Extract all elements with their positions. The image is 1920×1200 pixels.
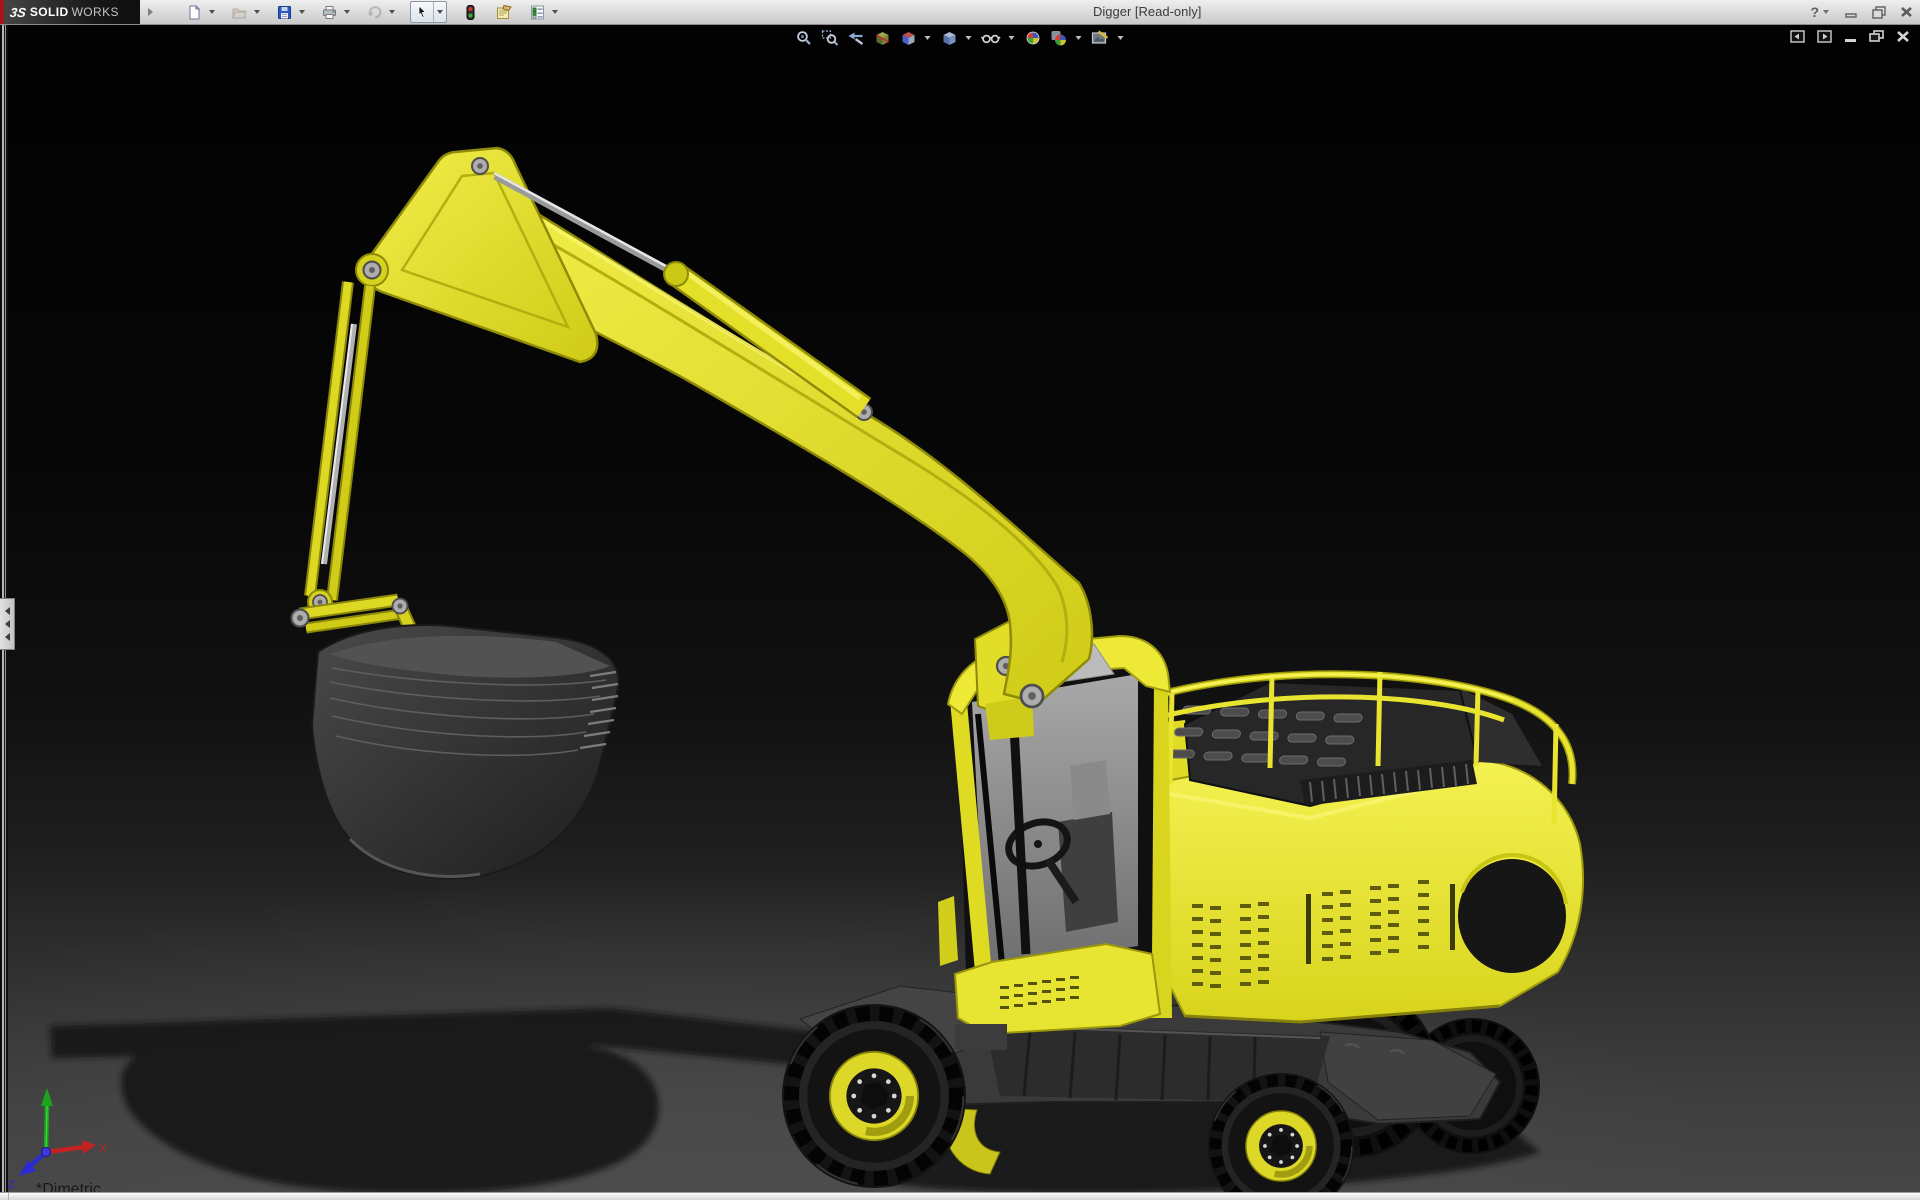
model-scene: X Z [0,24,1920,1193]
cab [938,636,1172,1050]
apply-scene-dropdown-icon[interactable] [1076,36,1082,40]
select-dropdown-icon [437,10,443,14]
heads-up-view-toolbar [794,28,1127,48]
help-icon: ? [1810,4,1819,20]
document-restore-icon [1869,30,1885,43]
options-dropdown-icon[interactable] [552,10,558,14]
document-window-controls [1790,30,1910,43]
minimize-icon [1844,5,1859,19]
menu-expand-icon[interactable] [148,8,153,16]
restore-button[interactable] [1871,5,1887,19]
new-dropdown-icon[interactable] [209,10,215,14]
zoom-to-fit-button[interactable] [794,28,815,48]
view-orientation-dropdown-icon[interactable] [925,36,931,40]
main-titlebar: 3S SOLIDWORKS [0,0,1920,25]
solidworks-logo-mark-icon: 3S [9,5,27,20]
print-button[interactable] [318,1,341,23]
save-button[interactable] [273,1,296,23]
options-checklist-icon [529,4,546,21]
hide-show-items-icon [981,29,1002,47]
view-orientation-icon [899,29,918,47]
save-dropdown-icon[interactable] [299,10,305,14]
pane-toggle-right-button[interactable] [1817,30,1833,43]
document-close-button[interactable] [1896,30,1910,43]
help-dropdown-icon [1823,10,1829,14]
pane-toggle-left-icon [1790,30,1806,43]
document-minimize-button[interactable] [1844,30,1858,43]
bucket[interactable] [312,625,618,878]
save-floppy-icon [276,4,293,21]
print-icon [321,4,338,21]
file-properties-button[interactable] [492,1,516,23]
undo-dropdown-icon[interactable] [389,10,395,14]
zoom-to-area-icon [821,29,840,47]
apply-scene-icon [1050,29,1069,47]
file-properties-icon [495,4,513,21]
undo-button[interactable] [363,1,386,23]
pane-toggle-left-button[interactable] [1790,30,1806,43]
help-button[interactable]: ? [1810,4,1832,20]
edit-appearance-button[interactable] [1023,28,1044,48]
rebuild-button[interactable] [459,1,482,23]
document-minimize-icon [1844,30,1858,43]
rebuild-traffic-light-icon [462,4,479,21]
display-style-button[interactable] [939,28,960,48]
open-folder-icon [231,4,248,21]
display-style-dropdown-icon[interactable] [966,36,972,40]
solidworks-logo: 3S SOLIDWORKS [0,0,140,24]
triad-z-label: Z [7,1179,16,1191]
select-tool-group [410,1,447,23]
new-document-icon [186,4,203,21]
collapse-arrow-icon [5,633,10,641]
logo-text-solid: SOLID [30,5,69,19]
logo-text-works: WORKS [72,5,119,19]
zoom-to-fit-icon [795,29,814,47]
select-cursor-icon [414,4,430,20]
zoom-to-area-button[interactable] [820,28,841,48]
previous-view-button[interactable] [846,28,867,48]
triad-x-label: X [98,1143,107,1155]
window-controls: ? [1810,0,1914,24]
feature-manager-collapse-tab[interactable] [0,598,15,650]
document-close-icon [1896,30,1910,43]
undo-icon [366,4,383,21]
pane-toggle-right-icon [1817,30,1833,43]
apply-scene-button[interactable] [1049,28,1070,48]
view-settings-dropdown-icon[interactable] [1118,36,1124,40]
close-button[interactable] [1899,5,1914,19]
status-bar [0,1192,1920,1200]
print-dropdown-icon[interactable] [344,10,350,14]
section-view-button[interactable] [872,28,893,48]
section-view-icon [873,29,892,47]
view-settings-button[interactable] [1090,28,1112,48]
display-style-icon [940,29,959,47]
view-orientation-button[interactable] [898,28,919,48]
open-dropdown-icon[interactable] [254,10,260,14]
boom-cylinder-lower [308,282,370,614]
front-wheel-left[interactable] [782,1004,966,1188]
document-restore-button[interactable] [1869,30,1885,43]
status-bar-divider [8,1193,9,1200]
collapse-arrow-icon [5,607,10,615]
graphics-viewport[interactable]: X Z [0,24,1920,1193]
hide-show-items-dropdown-icon[interactable] [1009,36,1015,40]
previous-view-icon [847,29,866,47]
minimize-button[interactable] [1844,5,1859,19]
open-document-button[interactable] [228,1,251,23]
collapse-arrow-icon [5,620,10,628]
document-title: Digger [Read-only] [1093,0,1201,24]
new-document-button[interactable] [183,1,206,23]
edit-appearance-icon [1024,29,1043,47]
close-icon [1899,5,1914,19]
restore-icon [1871,5,1887,19]
view-settings-icon [1091,29,1111,47]
select-tool-button[interactable] [411,2,433,22]
select-tool-dropdown[interactable] [433,2,446,22]
engine-housing [1150,682,1583,1022]
triad-origin [42,1148,51,1157]
standard-toolbar [183,1,561,23]
options-button[interactable] [526,1,549,23]
hide-show-items-button[interactable] [980,28,1003,48]
